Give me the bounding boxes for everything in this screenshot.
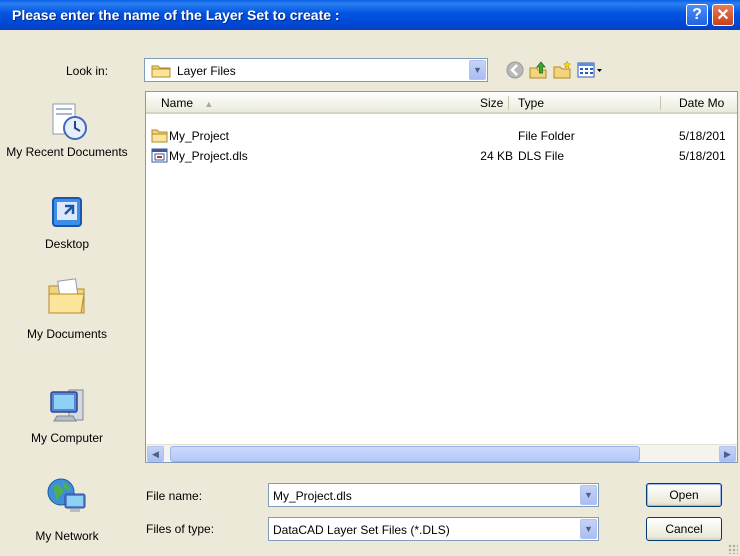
column-separator[interactable] — [508, 96, 509, 110]
place-label: My Computer — [30, 431, 104, 445]
chevron-down-icon[interactable]: ▼ — [580, 519, 597, 539]
open-button-label: Open — [669, 488, 699, 502]
cancel-button-label: Cancel — [665, 522, 703, 536]
file-date: 5/18/201 — [679, 129, 726, 143]
horizontal-scrollbar[interactable]: ◀ ▶ — [146, 444, 737, 462]
look-in-value: Layer Files — [177, 64, 236, 78]
place-label: My Recent Documents — [6, 145, 128, 159]
network-icon — [47, 478, 86, 512]
help-button[interactable]: ? — [686, 4, 708, 26]
up-folder-icon[interactable] — [528, 60, 548, 80]
file-list[interactable]: Name ▲ Size Type Date Mo My_Project File… — [145, 91, 738, 463]
open-button[interactable]: Open — [646, 483, 722, 507]
folder-icon — [151, 65, 171, 78]
place-recent-documents[interactable]: My Recent Documents — [4, 102, 130, 159]
column-size[interactable]: Size — [480, 96, 503, 110]
file-type-dropdown[interactable]: DataCAD Layer Set Files (*.DLS) ▼ — [268, 517, 599, 541]
column-name[interactable]: Name ▲ — [161, 96, 213, 110]
file-type-value: DataCAD Layer Set Files (*.DLS) — [273, 523, 450, 537]
scrollbar-thumb[interactable] — [170, 446, 640, 462]
chevron-down-icon[interactable]: ▼ — [469, 60, 486, 80]
file-size: 24 KB — [480, 149, 513, 163]
desktop-icon — [52, 197, 82, 227]
my-computer-icon — [50, 389, 84, 422]
scroll-right-icon[interactable]: ▶ — [719, 446, 736, 462]
close-button[interactable]: ✕ — [712, 4, 734, 26]
resize-grip[interactable] — [728, 544, 738, 554]
back-icon[interactable] — [505, 60, 525, 80]
place-my-computer[interactable]: My Computer — [4, 386, 130, 445]
recent-documents-icon — [52, 103, 87, 140]
new-folder-icon[interactable] — [552, 60, 572, 80]
file-type: DLS File — [518, 149, 565, 163]
sort-ascending-icon: ▲ — [204, 99, 214, 109]
column-separator[interactable] — [660, 96, 661, 110]
place-label: Desktop — [44, 237, 90, 251]
file-name: My_Project — [169, 129, 230, 143]
folder-icon — [151, 129, 168, 143]
look-in-dropdown[interactable]: Layer Files ▼ — [144, 58, 488, 82]
scroll-left-icon[interactable]: ◀ — [147, 446, 164, 462]
view-menu-icon[interactable] — [576, 60, 604, 80]
cancel-button[interactable]: Cancel — [646, 517, 722, 541]
place-label: My Network — [35, 529, 99, 543]
column-header: Name ▲ Size Type Date Mo — [146, 92, 737, 114]
file-row[interactable]: My_Project.dls 24 KB DLS File 5/18/201 — [146, 147, 737, 165]
file-name-value: My_Project.dls — [273, 489, 352, 503]
column-date[interactable]: Date Mo — [679, 96, 724, 110]
file-date: 5/18/201 — [679, 149, 726, 163]
dls-file-icon — [151, 148, 168, 163]
chevron-down-icon[interactable]: ▼ — [580, 485, 597, 505]
my-documents-icon — [48, 278, 85, 314]
file-name-label: File name: — [146, 489, 203, 503]
file-type: File Folder — [518, 129, 575, 143]
file-name-input[interactable]: My_Project.dls ▼ — [268, 483, 599, 507]
look-in-label: Look in: — [66, 64, 109, 78]
window-title: Please enter the name of the Layer Set t… — [12, 7, 340, 23]
place-my-documents[interactable]: My Documents — [4, 276, 130, 341]
file-row[interactable]: My_Project File Folder 5/18/201 — [146, 127, 737, 145]
file-name: My_Project.dls — [169, 149, 248, 163]
file-type-label: Files of type: — [146, 522, 215, 536]
place-label: My Documents — [26, 327, 108, 341]
column-type[interactable]: Type — [518, 96, 544, 110]
title-bar: Please enter the name of the Layer Set t… — [0, 0, 740, 30]
place-desktop[interactable]: Desktop — [4, 194, 130, 251]
places-bar: My Recent Documents Desktop My Documents… — [4, 90, 130, 556]
place-network[interactable]: My Network — [4, 476, 130, 543]
